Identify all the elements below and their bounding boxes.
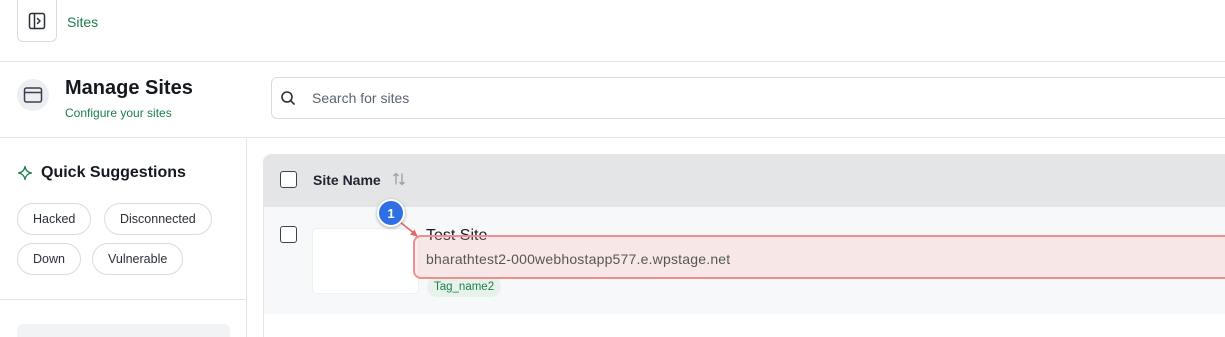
quick-suggestions-panel: Quick Suggestions Hacked Disconnected Do… <box>0 139 247 337</box>
top-bar: Sites <box>0 0 1225 62</box>
sidebar-toggle-button[interactable] <box>17 0 57 42</box>
page-title: Manage Sites <box>65 77 193 99</box>
page-subtitle: Configure your sites <box>65 106 172 120</box>
search-input[interactable] <box>312 78 1212 118</box>
search-icon <box>281 91 295 105</box>
sparkle-icon <box>17 165 33 181</box>
site-tag[interactable]: Tag_name2 <box>427 277 502 297</box>
breadcrumb-sites[interactable]: Sites <box>67 14 98 30</box>
column-header-site-name[interactable]: Site Name <box>313 172 381 188</box>
chip-vulnerable[interactable]: Vulnerable <box>92 243 184 275</box>
annotation-highlight <box>413 235 1225 279</box>
chip-down[interactable]: Down <box>17 243 81 275</box>
chip-hacked[interactable]: Hacked <box>17 203 92 235</box>
sidebar-toggle-icon <box>28 12 46 29</box>
search-box[interactable] <box>271 77 1225 119</box>
page-header: Manage Sites Configure your sites <box>0 62 1225 138</box>
quick-suggestions-title: Quick Suggestions <box>41 164 186 181</box>
annotation-arrow-icon <box>399 221 418 237</box>
select-all-checkbox[interactable] <box>280 171 297 188</box>
sidebar-divider <box>0 299 246 300</box>
table-header: Site Name <box>264 154 1225 207</box>
sidebar-card <box>17 324 230 337</box>
sort-arrows-icon[interactable] <box>391 171 407 187</box>
annotation-badge: 1 <box>377 199 405 227</box>
browser-window-icon <box>17 79 49 111</box>
row-checkbox[interactable] <box>280 226 297 243</box>
chip-disconnected[interactable]: Disconnected <box>104 203 212 235</box>
quick-suggestions-header: Quick Suggestions <box>17 164 186 182</box>
